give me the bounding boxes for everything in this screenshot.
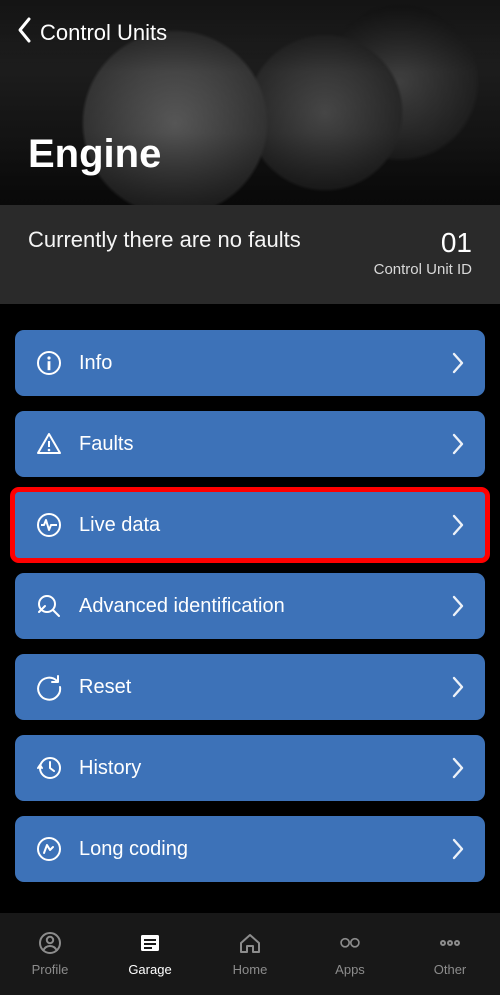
page-title: Engine	[28, 132, 161, 177]
menu-item-label: Faults	[79, 433, 133, 456]
reset-icon	[35, 673, 63, 701]
home-icon	[237, 931, 263, 955]
nav-profile[interactable]: Profile	[0, 913, 100, 995]
garage-icon	[137, 931, 163, 955]
nav-apps[interactable]: Apps	[300, 913, 400, 995]
menu-item-long-coding[interactable]: Long coding	[15, 816, 485, 882]
status-bar: Currently there are no faults 01 Control…	[0, 205, 500, 304]
chevron-left-icon	[16, 16, 34, 49]
faults-status-text: Currently there are no faults	[28, 227, 301, 253]
menu-item-advanced-identification[interactable]: Advanced identification	[15, 573, 485, 639]
nav-label: Home	[233, 962, 268, 977]
chevron-right-icon	[451, 676, 465, 698]
chevron-right-icon	[451, 352, 465, 374]
control-unit-id-value: 01	[374, 227, 472, 259]
menu-item-label: Info	[79, 352, 112, 375]
menu-list: Info Faults Live data Advanced identific…	[0, 304, 500, 882]
menu-item-label: Live data	[79, 514, 160, 537]
nav-home[interactable]: Home	[200, 913, 300, 995]
hero-header: Control Units Engine	[0, 0, 500, 205]
chevron-right-icon	[451, 514, 465, 536]
menu-item-faults[interactable]: Faults	[15, 411, 485, 477]
bottom-nav: Profile Garage Home Apps Other	[0, 913, 500, 995]
faults-icon	[35, 430, 63, 458]
chevron-right-icon	[451, 595, 465, 617]
back-label: Control Units	[40, 20, 167, 46]
menu-item-info[interactable]: Info	[15, 330, 485, 396]
menu-item-history[interactable]: History	[15, 735, 485, 801]
nav-label: Garage	[128, 962, 171, 977]
nav-garage[interactable]: Garage	[100, 913, 200, 995]
nav-label: Profile	[32, 962, 69, 977]
menu-item-label: History	[79, 757, 141, 780]
back-button[interactable]: Control Units	[8, 10, 175, 55]
coding-icon	[35, 835, 63, 863]
apps-icon	[337, 931, 363, 955]
menu-item-label: Reset	[79, 676, 131, 699]
profile-icon	[37, 931, 63, 955]
nav-label: Other	[434, 962, 467, 977]
menu-item-label: Long coding	[79, 838, 188, 861]
info-icon	[35, 349, 63, 377]
advanced-icon	[35, 592, 63, 620]
chevron-right-icon	[451, 757, 465, 779]
control-unit-id-label: Control Unit ID	[374, 261, 472, 278]
chevron-right-icon	[451, 838, 465, 860]
chevron-right-icon	[451, 433, 465, 455]
menu-item-live-data[interactable]: Live data	[10, 487, 490, 563]
nav-other[interactable]: Other	[400, 913, 500, 995]
live-data-icon	[35, 511, 63, 539]
menu-item-label: Advanced identification	[79, 595, 285, 618]
menu-item-reset[interactable]: Reset	[15, 654, 485, 720]
nav-label: Apps	[335, 962, 365, 977]
history-icon	[35, 754, 63, 782]
other-icon	[437, 931, 463, 955]
